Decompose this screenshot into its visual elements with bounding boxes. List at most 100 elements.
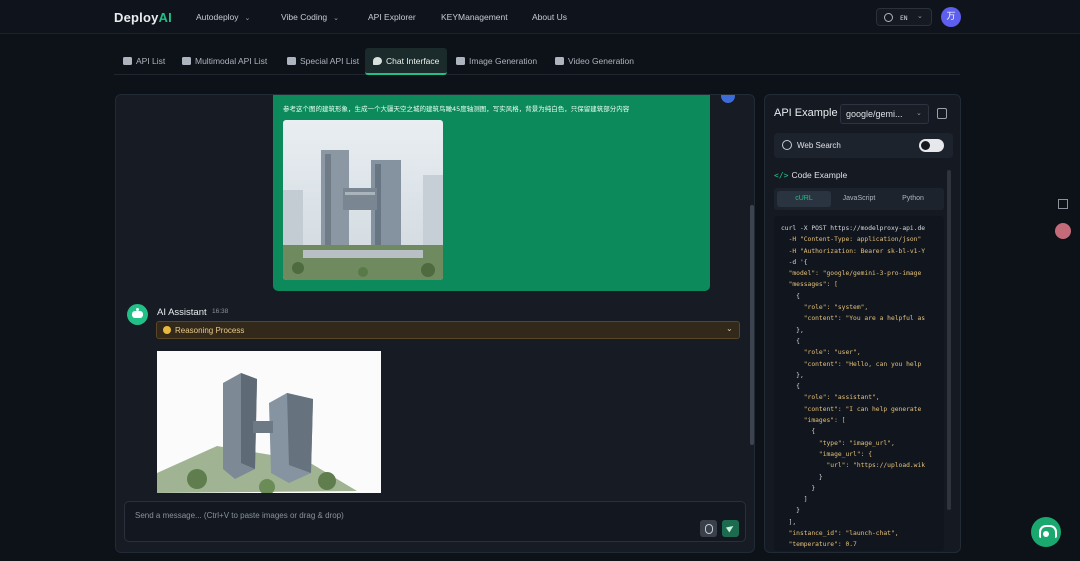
multimodal-icon — [182, 57, 191, 65]
user-avatar-icon — [721, 95, 735, 103]
tab-special-api-list[interactable]: Special API List — [279, 48, 367, 75]
chevron-down-icon: ⌄ — [726, 324, 733, 333]
web-search-row: Web Search — [774, 133, 953, 158]
list-icon — [123, 57, 132, 65]
web-search-toggle[interactable] — [919, 139, 944, 152]
code-line: "messages": [ — [781, 281, 838, 289]
code-line: } — [781, 484, 816, 492]
assistant-avatar-icon — [127, 304, 148, 325]
code-language-tabs: cURL JavaScript Python — [774, 188, 944, 210]
code-line: } — [781, 507, 800, 515]
logo-accent: AI — [158, 10, 172, 25]
feedback-icon[interactable] — [1055, 223, 1071, 239]
chat-scrollbar[interactable] — [750, 205, 754, 445]
nav-label: Autodeploy — [196, 12, 239, 22]
tab-curl[interactable]: cURL — [777, 191, 831, 207]
tag-icon — [287, 57, 296, 65]
code-line: "temperature": 0.7 — [781, 541, 857, 549]
chat-icon — [373, 57, 382, 65]
video-icon — [555, 57, 564, 65]
tab-javascript[interactable]: JavaScript — [832, 191, 886, 207]
nav-key-management[interactable]: KEYManagement — [441, 12, 508, 22]
code-scrollbar[interactable] — [947, 170, 951, 510]
tab-label: Image Generation — [469, 56, 538, 66]
code-line: }, — [781, 326, 804, 334]
grid-icon[interactable] — [1058, 199, 1068, 209]
bulb-icon — [163, 326, 171, 334]
code-line: ], — [781, 518, 797, 526]
tab-label: Chat Interface — [386, 56, 440, 66]
tab-label: Special API List — [300, 56, 360, 66]
nav-label: Vibe Coding — [281, 12, 328, 22]
code-line: "type": "image_url", — [781, 439, 895, 447]
chevron-down-icon: ⌄ — [244, 15, 251, 22]
tab-multimodal-api-list[interactable]: Multimodal API List — [174, 48, 275, 75]
chevron-down-icon: ⌄ — [333, 15, 340, 22]
top-navbar: DeployAI Autodeploy ⌄ Vibe Coding ⌄ API Ex… — [0, 0, 1080, 34]
code-line: "content": "I can help generate — [781, 405, 922, 413]
code-block[interactable]: curl -X POST https://modelproxy-api.de -… — [774, 216, 944, 551]
code-line: "instance_id": "launch-chat", — [781, 530, 899, 538]
image-icon — [456, 57, 465, 65]
nav-label: API Explorer — [368, 12, 416, 22]
reasoning-label: Reasoning Process — [175, 326, 245, 335]
logo[interactable]: DeployAI — [114, 10, 172, 25]
model-select[interactable]: google/gemi... ⌄ — [840, 104, 929, 124]
message-input-box[interactable]: Send a message... (Ctrl+V to paste image… — [124, 501, 746, 542]
user-avatar[interactable]: 万 — [941, 7, 961, 27]
send-button[interactable] — [722, 520, 739, 537]
generated-image[interactable] — [157, 351, 381, 493]
code-line: { — [781, 337, 800, 345]
api-example-panel: API Example google/gemi... ⌄ Web Search … — [764, 94, 961, 553]
nav-label: KEYManagement — [441, 12, 508, 22]
code-line: -H "Authorization: Bearer sk-bl-v1-Y — [781, 247, 926, 255]
code-line: { — [781, 428, 816, 436]
tab-api-list[interactable]: API List — [115, 48, 173, 75]
copy-icon[interactable] — [937, 108, 947, 119]
nav-about-us[interactable]: About Us — [532, 12, 567, 22]
tab-python[interactable]: Python — [886, 191, 940, 207]
code-line: curl -X POST https://modelproxy-api.de — [781, 225, 926, 232]
code-line: "url": "https://upload.wik — [781, 462, 926, 470]
tab-video-generation[interactable]: Video Generation — [547, 48, 642, 75]
globe-icon — [782, 140, 792, 150]
code-line: { — [781, 292, 800, 300]
nav-api-explorer[interactable]: API Explorer — [368, 12, 416, 22]
tab-image-generation[interactable]: Image Generation — [448, 48, 545, 75]
code-line: "role": "system", — [781, 304, 869, 312]
user-reference-image[interactable] — [283, 120, 443, 280]
model-select-value: google/gemi... — [846, 109, 903, 119]
code-line: "content": "Hello, can you help — [781, 360, 922, 368]
tab-chat-interface[interactable]: Chat Interface — [365, 48, 448, 75]
code-line: "role": "assistant", — [781, 394, 880, 402]
assistant-timestamp: 16:38 — [212, 308, 229, 315]
attach-icon[interactable] — [700, 520, 717, 537]
code-line: "content": "You are a helpful as — [781, 315, 926, 323]
user-message-text: 参考这个图的建筑形象，生成一个大疆天空之城的建筑鸟瞰45度轴测图，写实风格，背景… — [283, 105, 630, 113]
api-tabs: API List Multimodal API List Special API… — [114, 48, 960, 75]
code-line: "role": "user", — [781, 349, 861, 357]
message-input-placeholder: Send a message... (Ctrl+V to paste image… — [135, 511, 344, 520]
assistant-name: AI Assistant — [157, 307, 207, 318]
nav-autodeploy[interactable]: Autodeploy ⌄ — [196, 12, 250, 22]
tab-label: Video Generation — [568, 56, 635, 66]
code-line: }, — [781, 371, 804, 379]
code-line: "image_url": { — [781, 450, 872, 458]
code-line: { — [781, 383, 800, 391]
code-icon: </> — [774, 171, 789, 180]
code-text: curl -X POST https://modelproxy-api.de -… — [781, 223, 925, 551]
code-line: "images": [ — [781, 417, 846, 425]
globe-icon — [884, 13, 893, 22]
tab-label: API List — [136, 56, 166, 66]
code-example-heading: </> Code Example — [774, 170, 847, 180]
language-select[interactable]: EN ⌄ — [876, 8, 932, 26]
chevron-down-icon: ⌄ — [916, 110, 922, 117]
support-chat-button[interactable] — [1031, 517, 1061, 547]
code-heading-label: Code Example — [791, 170, 848, 180]
logo-text: Deploy — [114, 10, 159, 25]
chat-panel: 参考这个图的建筑形象，生成一个大疆天空之城的建筑鸟瞰45度轴测图，写实风格，背景… — [115, 94, 755, 553]
nav-vibe-coding[interactable]: Vibe Coding ⌄ — [281, 12, 339, 22]
reasoning-process-toggle[interactable]: Reasoning Process ⌄ — [156, 321, 740, 339]
code-line: -H "Content-Type: application/json" — [781, 236, 922, 244]
tab-label: Multimodal API List — [195, 56, 268, 66]
